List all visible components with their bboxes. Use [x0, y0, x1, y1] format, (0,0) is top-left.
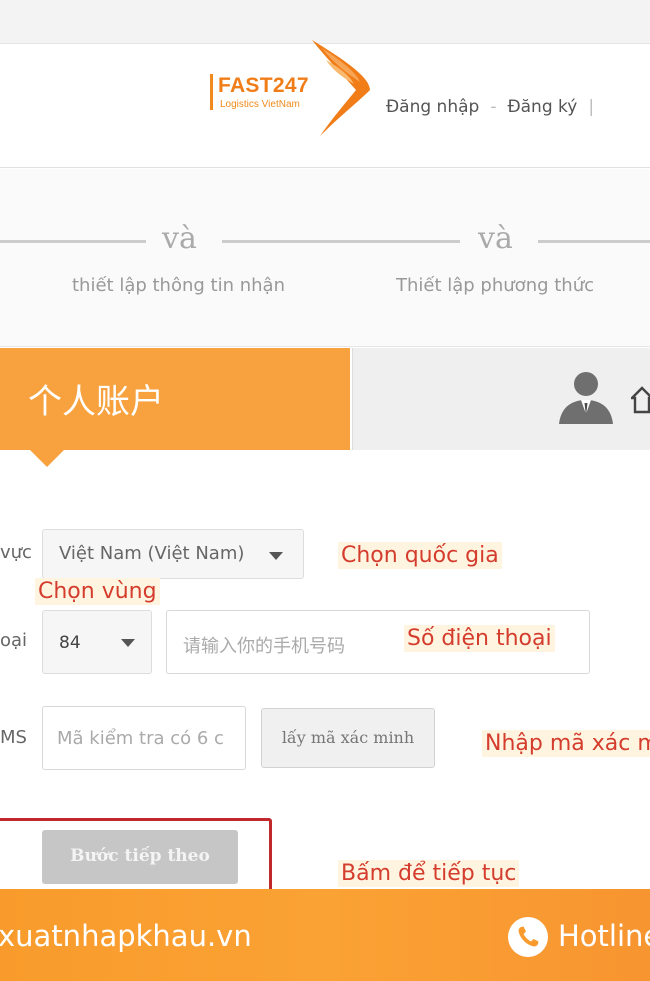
country-select[interactable]: Việt Nam (Việt Nam) — [42, 529, 304, 579]
sms-code-placeholder: Mã kiểm tra có 6 c — [57, 728, 224, 749]
user-icon — [559, 372, 613, 424]
country-select-value: Việt Nam (Việt Nam) — [59, 543, 245, 564]
auth-divider: | — [588, 97, 595, 117]
area-code-select[interactable]: 84 — [42, 610, 152, 674]
login-link[interactable]: Đăng nhập — [386, 97, 479, 117]
logo-tagline: Logistics VietNam — [220, 99, 300, 110]
auth-separator: - — [490, 97, 497, 117]
sms-code-input[interactable]: Mã kiểm tra có 6 c — [42, 706, 246, 770]
chevron-down-icon — [269, 552, 283, 560]
get-code-button[interactable]: lấy mã xác minh — [261, 708, 435, 768]
step-label: thiết lập thông tin nhận — [72, 275, 285, 296]
building-icon — [631, 386, 650, 414]
next-step-button[interactable]: Bước tiếp theo — [42, 830, 238, 884]
phone-icon — [508, 917, 548, 957]
footer-hotline[interactable]: Hotline — [558, 919, 650, 953]
step-line — [222, 240, 460, 243]
footer-website[interactable]: xuatnhapkhau.vn — [0, 919, 252, 953]
progress-steps: và và thiết lập thông tin nhận Thiết lập… — [0, 169, 650, 347]
wing-icon — [312, 40, 370, 136]
sms-label: MS — [0, 727, 27, 748]
area-code-value: 84 — [59, 633, 81, 653]
get-code-button-label: lấy mã xác minh — [281, 728, 415, 747]
step-line — [0, 240, 146, 243]
tab-personal-account[interactable]: 个人账户 — [0, 348, 350, 450]
annotation-click-continue: Bấm để tiếp tục — [338, 860, 520, 887]
annotation-enter-code: Nhập mã xác m — [482, 730, 650, 757]
tab-label: 个人账户 — [28, 382, 164, 422]
logo-name: FAST247 — [218, 74, 309, 97]
annotation-choose-country: Chọn quốc gia — [338, 542, 502, 569]
step-connector: và — [162, 221, 197, 256]
chevron-down-icon — [121, 639, 135, 647]
tab-pointer — [30, 450, 64, 467]
phone-label: oại — [0, 630, 28, 651]
register-link[interactable]: Đăng ký — [507, 97, 577, 117]
footer-banner: xuatnhapkhau.vn Hotline — [0, 889, 650, 981]
country-label: vực — [0, 542, 32, 563]
step-connector: và — [478, 221, 513, 256]
next-step-button-label: Bước tiếp theo — [70, 846, 210, 866]
step-line — [538, 240, 650, 243]
tab-business-account[interactable] — [352, 348, 650, 450]
annotation-phone-number: Số điện thoại — [404, 625, 555, 652]
annotation-choose-region: Chọn vùng — [35, 578, 160, 605]
logo-bar — [210, 74, 213, 110]
phone-input-placeholder: 请输入你的手机号码 — [183, 636, 345, 657]
auth-links: Đăng nhập - Đăng ký | — [386, 97, 605, 117]
fast247-logo[interactable]: FAST247 Logistics VietNam — [208, 38, 373, 138]
step-label: Thiết lập phương thức — [396, 275, 595, 296]
